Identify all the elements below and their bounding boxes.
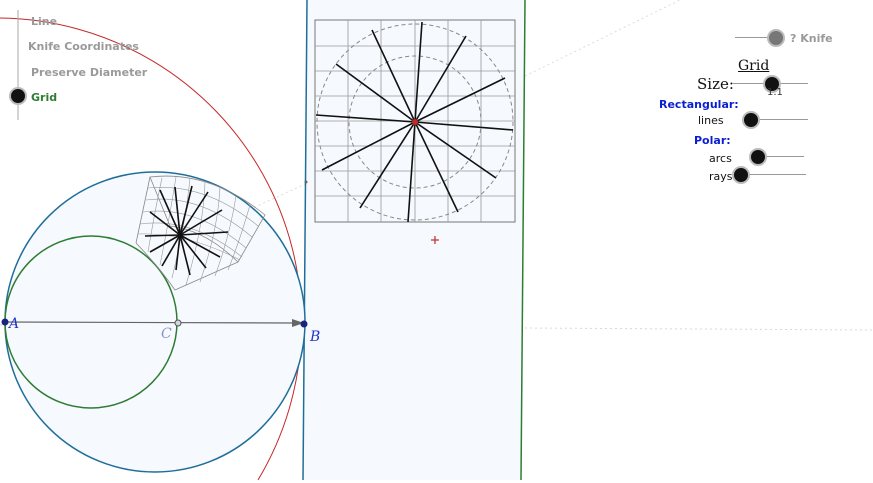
strip-point	[304, 180, 308, 184]
point-c-label: C	[161, 326, 172, 342]
arcs-slider[interactable]	[750, 150, 804, 164]
polar-heading: Polar:	[694, 134, 731, 147]
size-value: 1.1	[767, 87, 783, 98]
grid-panel-title: Grid	[738, 58, 770, 74]
point-a-label: A	[9, 316, 20, 332]
grid-strip	[303, 0, 525, 480]
lines-slider[interactable]	[744, 113, 808, 127]
point-b[interactable]	[300, 320, 308, 328]
knife-toggle[interactable]	[735, 31, 783, 45]
point-b-label: B	[310, 329, 321, 345]
arcs-label: arcs	[709, 152, 732, 165]
rays-label: rays	[709, 170, 733, 183]
menu-item-knife-coordinates[interactable]: Knife Coordinates	[28, 40, 139, 53]
point-c[interactable]	[174, 319, 182, 327]
menu-item-preserve-diameter[interactable]: Preserve Diameter	[31, 66, 147, 79]
menu-item-grid[interactable]: Grid	[31, 91, 57, 104]
knife-toggle-label[interactable]: ? Knife	[790, 32, 833, 45]
point-a[interactable]	[1, 318, 9, 326]
rectangular-heading: Rectangular:	[659, 98, 739, 111]
rays-slider[interactable]	[733, 168, 806, 182]
lines-label: lines	[698, 114, 724, 127]
grid-toggle-knob[interactable]	[11, 89, 25, 103]
size-label: Size:	[697, 75, 734, 93]
menu-item-line[interactable]: Line	[31, 15, 57, 28]
